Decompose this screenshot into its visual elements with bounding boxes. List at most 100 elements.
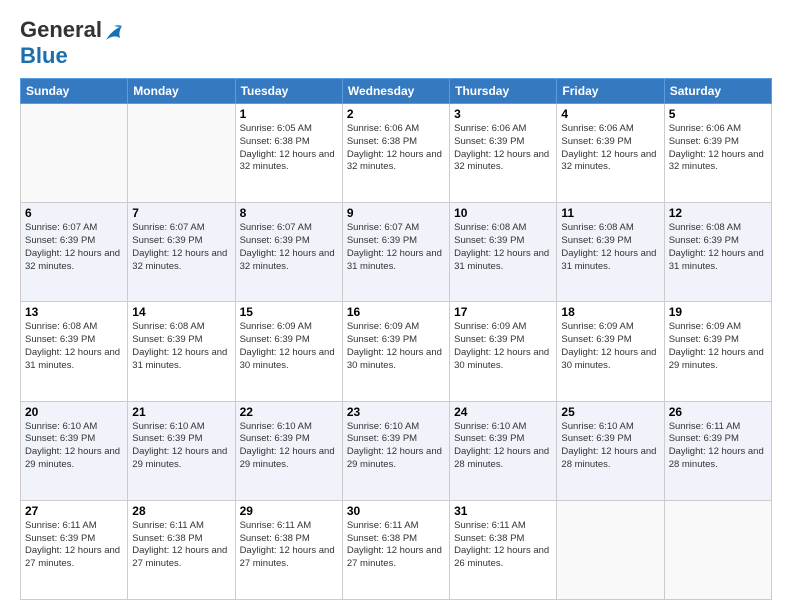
day-info: Sunrise: 6:08 AMSunset: 6:39 PMDaylight:… [561, 222, 659, 273]
weekday-header-sunday: Sunday [21, 78, 128, 103]
day-number: 30 [347, 504, 445, 518]
calendar-cell: 16Sunrise: 6:09 AMSunset: 6:39 PMDayligh… [342, 302, 449, 401]
day-number: 2 [347, 107, 445, 121]
day-number: 5 [669, 107, 767, 121]
day-number: 16 [347, 305, 445, 319]
calendar-cell: 1 Sunrise: 6:05 AMSunset: 6:38 PMDaylight… [235, 103, 342, 202]
calendar-cell [664, 500, 771, 599]
logo-general: General [20, 17, 102, 42]
calendar-cell: 4Sunrise: 6:06 AMSunset: 6:39 PMDaylight… [557, 103, 664, 202]
calendar-week-row: 6 Sunrise: 6:07 AMSunset: 6:39 PMDaylight… [21, 203, 772, 302]
day-number: 29 [240, 504, 338, 518]
day-info: Sunrise: 6:07 AMSunset: 6:39 PMDaylight:… [240, 222, 338, 273]
day-info: Sunrise: 6:07 AMSunset: 6:39 PMDaylight:… [25, 222, 123, 273]
weekday-header-row: SundayMondayTuesdayWednesdayThursdayFrid… [21, 78, 772, 103]
day-info: Sunrise: 6:09 AMSunset: 6:39 PMDaylight:… [454, 321, 552, 372]
day-info: Sunrise: 6:06 AMSunset: 6:39 PMDaylight:… [454, 123, 552, 174]
day-info: Sunrise: 6:11 AMSunset: 6:38 PMDaylight:… [454, 520, 552, 571]
calendar-cell: 2 Sunrise: 6:06 AMSunset: 6:38 PMDaylight… [342, 103, 449, 202]
logo-bird-icon [104, 22, 124, 44]
day-number: 25 [561, 405, 659, 419]
page: General Blue SundayMondayTuesdayWednesda… [0, 0, 792, 612]
header: General Blue [20, 18, 772, 68]
calendar-cell: 22 Sunrise: 6:10 AMSunset: 6:39 PMDayligh… [235, 401, 342, 500]
weekday-header-monday: Monday [128, 78, 235, 103]
calendar-cell: 26 Sunrise: 6:11 AMSunset: 6:39 PMDayligh… [664, 401, 771, 500]
weekday-header-wednesday: Wednesday [342, 78, 449, 103]
day-number: 23 [347, 405, 445, 419]
logo: General Blue [20, 18, 124, 68]
day-number: 8 [240, 206, 338, 220]
calendar-cell: 12Sunrise: 6:08 AMSunset: 6:39 PMDayligh… [664, 203, 771, 302]
calendar-cell: 28Sunrise: 6:11 AMSunset: 6:38 PMDayligh… [128, 500, 235, 599]
calendar-cell [128, 103, 235, 202]
day-number: 14 [132, 305, 230, 319]
weekday-header-thursday: Thursday [450, 78, 557, 103]
calendar-table: SundayMondayTuesdayWednesdayThursdayFrid… [20, 78, 772, 600]
day-number: 1 [240, 107, 338, 121]
calendar-cell: 15Sunrise: 6:09 AMSunset: 6:39 PMDayligh… [235, 302, 342, 401]
day-number: 10 [454, 206, 552, 220]
day-info: Sunrise: 6:10 AMSunset: 6:39 PMDaylight:… [240, 421, 338, 472]
calendar-cell: 23 Sunrise: 6:10 AMSunset: 6:39 PMDayligh… [342, 401, 449, 500]
calendar-cell: 7 Sunrise: 6:07 AMSunset: 6:39 PMDaylight… [128, 203, 235, 302]
day-number: 22 [240, 405, 338, 419]
day-number: 11 [561, 206, 659, 220]
day-number: 24 [454, 405, 552, 419]
calendar-cell: 10Sunrise: 6:08 AMSunset: 6:39 PMDayligh… [450, 203, 557, 302]
calendar-cell: 19 Sunrise: 6:09 AMSunset: 6:39 PMDayligh… [664, 302, 771, 401]
day-number: 4 [561, 107, 659, 121]
calendar-cell: 5Sunrise: 6:06 AMSunset: 6:39 PMDaylight… [664, 103, 771, 202]
calendar-cell: 8 Sunrise: 6:07 AMSunset: 6:39 PMDaylight… [235, 203, 342, 302]
calendar-cell: 30 Sunrise: 6:11 AMSunset: 6:38 PMDayligh… [342, 500, 449, 599]
calendar-cell: 31 Sunrise: 6:11 AMSunset: 6:38 PMDayligh… [450, 500, 557, 599]
day-number: 26 [669, 405, 767, 419]
calendar-cell: 13Sunrise: 6:08 AMSunset: 6:39 PMDayligh… [21, 302, 128, 401]
calendar-cell [21, 103, 128, 202]
calendar-week-row: 20 Sunrise: 6:10 AMSunset: 6:39 PMDayligh… [21, 401, 772, 500]
calendar-week-row: 13Sunrise: 6:08 AMSunset: 6:39 PMDayligh… [21, 302, 772, 401]
weekday-header-saturday: Saturday [664, 78, 771, 103]
day-number: 6 [25, 206, 123, 220]
day-info: Sunrise: 6:11 AMSunset: 6:38 PMDaylight:… [240, 520, 338, 571]
calendar-cell: 18 Sunrise: 6:09 AMSunset: 6:39 PMDayligh… [557, 302, 664, 401]
calendar-cell: 14 Sunrise: 6:08 AMSunset: 6:39 PMDayligh… [128, 302, 235, 401]
day-info: Sunrise: 6:10 AMSunset: 6:39 PMDaylight:… [347, 421, 445, 472]
calendar-week-row: 1 Sunrise: 6:05 AMSunset: 6:38 PMDaylight… [21, 103, 772, 202]
day-info: Sunrise: 6:09 AMSunset: 6:39 PMDaylight:… [561, 321, 659, 372]
day-number: 27 [25, 504, 123, 518]
day-number: 19 [669, 305, 767, 319]
day-number: 18 [561, 305, 659, 319]
day-info: Sunrise: 6:11 AMSunset: 6:39 PMDaylight:… [25, 520, 123, 571]
calendar-cell [557, 500, 664, 599]
day-info: Sunrise: 6:11 AMSunset: 6:38 PMDaylight:… [347, 520, 445, 571]
day-info: Sunrise: 6:09 AMSunset: 6:39 PMDaylight:… [240, 321, 338, 372]
day-number: 9 [347, 206, 445, 220]
calendar-week-row: 27 Sunrise: 6:11 AMSunset: 6:39 PMDayligh… [21, 500, 772, 599]
logo-blue: Blue [20, 43, 68, 68]
day-info: Sunrise: 6:09 AMSunset: 6:39 PMDaylight:… [669, 321, 767, 372]
day-info: Sunrise: 6:10 AMSunset: 6:39 PMDaylight:… [454, 421, 552, 472]
day-number: 3 [454, 107, 552, 121]
day-info: Sunrise: 6:08 AMSunset: 6:39 PMDaylight:… [132, 321, 230, 372]
day-number: 31 [454, 504, 552, 518]
day-info: Sunrise: 6:06 AMSunset: 6:38 PMDaylight:… [347, 123, 445, 174]
day-info: Sunrise: 6:11 AMSunset: 6:39 PMDaylight:… [669, 421, 767, 472]
day-info: Sunrise: 6:10 AMSunset: 6:39 PMDaylight:… [132, 421, 230, 472]
day-number: 17 [454, 305, 552, 319]
day-number: 7 [132, 206, 230, 220]
day-info: Sunrise: 6:10 AMSunset: 6:39 PMDaylight:… [25, 421, 123, 472]
day-info: Sunrise: 6:07 AMSunset: 6:39 PMDaylight:… [347, 222, 445, 273]
day-info: Sunrise: 6:05 AMSunset: 6:38 PMDaylight:… [240, 123, 338, 174]
calendar-cell: 27 Sunrise: 6:11 AMSunset: 6:39 PMDayligh… [21, 500, 128, 599]
calendar-cell: 25Sunrise: 6:10 AMSunset: 6:39 PMDayligh… [557, 401, 664, 500]
calendar-cell: 9 Sunrise: 6:07 AMSunset: 6:39 PMDaylight… [342, 203, 449, 302]
calendar-cell: 11 Sunrise: 6:08 AMSunset: 6:39 PMDayligh… [557, 203, 664, 302]
weekday-header-friday: Friday [557, 78, 664, 103]
day-number: 28 [132, 504, 230, 518]
day-number: 20 [25, 405, 123, 419]
day-number: 12 [669, 206, 767, 220]
logo-area: General Blue [20, 18, 124, 68]
calendar-cell: 3 Sunrise: 6:06 AMSunset: 6:39 PMDaylight… [450, 103, 557, 202]
day-info: Sunrise: 6:07 AMSunset: 6:39 PMDaylight:… [132, 222, 230, 273]
